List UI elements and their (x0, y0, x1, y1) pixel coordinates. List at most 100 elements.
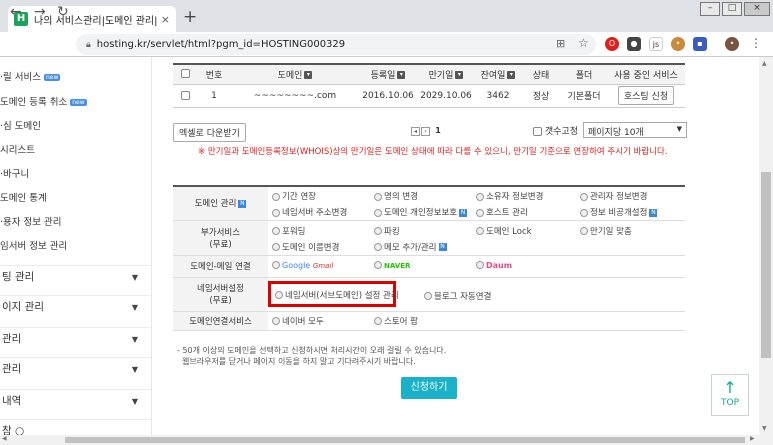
scroll-right-icon[interactable]: ▶ (750, 435, 755, 442)
row-checkbox[interactable] (180, 90, 190, 100)
horizontal-scroll-thumb[interactable] (65, 437, 745, 443)
first-page-icon[interactable]: ◂ (411, 127, 420, 136)
radio-icon[interactable] (272, 317, 280, 325)
radio-icon[interactable] (476, 261, 484, 269)
sort-icon[interactable]: ▾ (455, 71, 464, 80)
option-memo-manage[interactable]: 메모 추가/관리 N (374, 241, 447, 253)
sort-icon[interactable]: ▾ (507, 71, 516, 80)
radio-icon[interactable] (374, 317, 382, 325)
window-close-icon[interactable]: × (744, 2, 770, 16)
col-header[interactable]: 잔여일 ▾ (475, 63, 521, 85)
radio-icon[interactable] (374, 227, 382, 235)
prev-page-icon[interactable]: ‹ (421, 127, 430, 136)
hosting-apply-button[interactable]: 호스팅 신청 (617, 86, 675, 105)
radio-icon[interactable] (374, 243, 382, 251)
option-period-extension[interactable]: 기간 연장 (272, 190, 316, 202)
col-header[interactable]: 만기일 ▾ (417, 63, 475, 85)
apply-button[interactable]: 신청하기 (401, 377, 457, 399)
sidebar-section-history[interactable]: 내역 ▼ (0, 389, 151, 412)
row-domain[interactable]: ~~~~~~~~.com (231, 84, 359, 108)
col-header[interactable]: 등록일 ▾ (359, 63, 417, 85)
radio-icon[interactable] (374, 208, 382, 217)
radio-icon[interactable] (272, 261, 280, 269)
option-admin-info-change[interactable]: 관리자 정보변경 (580, 190, 647, 202)
excel-download-button[interactable]: 엑셀로 다운받기 (173, 123, 246, 142)
option-naver[interactable]: NAVER (374, 261, 410, 271)
address-bar[interactable]: 🔒︎ hosting.kr/servlet/html?pgm_id=HOSTIN… (76, 34, 596, 55)
radio-icon[interactable] (272, 227, 280, 235)
sidebar-section-hosting[interactable]: 팅 관리 ▼ (0, 265, 151, 288)
option-domain-lock[interactable]: 도메인 Lock (476, 225, 532, 237)
col-header[interactable]: 도메인 ▾ (231, 63, 359, 85)
maximize-icon[interactable]: □ (722, 2, 742, 16)
js-extension-icon[interactable]: js (649, 37, 663, 51)
vertical-scroll-thumb[interactable] (761, 172, 771, 358)
radio-icon[interactable] (580, 208, 588, 217)
select-all-checkbox[interactable] (180, 69, 190, 79)
sidebar-item-domain-cancel[interactable]: 도메인 등록 취소 new (0, 94, 151, 108)
sidebar-item-mail-service[interactable]: ·릴 서비스 new (0, 69, 151, 83)
tab-close-icon[interactable]: × (161, 13, 170, 26)
sidebar-item-wishlist[interactable]: 시리스트 (0, 142, 151, 156)
option-daum[interactable]: Daum (476, 261, 512, 271)
reload-icon[interactable]: ↻ (57, 4, 69, 20)
vertical-scrollbar[interactable]: ▲ ▼ (759, 57, 773, 435)
sidebar-item-domain-stats[interactable]: 도메인 통계 (0, 190, 151, 204)
option-owner-change[interactable]: 명의 변경 (374, 190, 418, 202)
sidebar-item-user-info[interactable]: ·용자 정보 관리 (0, 214, 151, 228)
scroll-down-icon[interactable]: ▼ (762, 425, 767, 432)
sidebar-item-cart[interactable]: ·바구니 (0, 166, 151, 180)
radio-icon[interactable] (272, 208, 280, 217)
sidebar-section-partial[interactable]: 참 ○ (0, 419, 151, 435)
radio-icon[interactable] (476, 208, 484, 217)
horizontal-scrollbar[interactable]: ◀ ▶ (0, 435, 773, 445)
translate-icon[interactable]: ⊞ (556, 37, 565, 50)
option-forwarding[interactable]: 포워딩 (272, 225, 305, 237)
radio-icon[interactable] (272, 243, 280, 251)
sidebar-section-homepage[interactable]: 이지 관리 ▼ (0, 295, 151, 318)
option-google-gmail[interactable]: Google Gmail (272, 261, 333, 271)
radio-icon[interactable] (275, 291, 283, 299)
radio-icon[interactable] (374, 192, 382, 201)
option-host-manage[interactable]: 호스트 관리 (476, 206, 528, 218)
radio-icon[interactable] (424, 292, 432, 300)
radio-icon[interactable] (580, 192, 588, 201)
sidebar-section-manage-2[interactable]: 관리 ▼ (0, 357, 151, 380)
radio-icon[interactable] (272, 192, 280, 201)
count-fixed-checkbox[interactable] (533, 127, 542, 136)
sort-icon[interactable]: ▾ (304, 71, 313, 80)
option-store-farm[interactable]: 스토어 팜 (374, 315, 418, 327)
menu-kebab-icon[interactable]: ⋮ (750, 36, 762, 50)
sidebar-item-nameserver-info[interactable]: 임서버 정보 관리 (0, 238, 151, 252)
scroll-up-icon[interactable]: ▲ (762, 60, 767, 67)
option-info-private-setting[interactable]: 정보 비공개설정 N (580, 206, 658, 218)
option-expiry-align[interactable]: 만기일 맞춤 (580, 225, 632, 237)
scroll-top-button[interactable]: ↑ TOP (711, 374, 749, 416)
bookmark-star-icon[interactable]: ☆ (578, 36, 589, 50)
sidebar-section-manage-1[interactable]: 관리 ▼ (0, 327, 151, 350)
option-nameserver-address-change[interactable]: 네임서버 주소변경 (272, 206, 347, 218)
profile-avatar[interactable]: • (725, 37, 739, 51)
option-domain-rename[interactable]: 도메인 이름변경 (272, 241, 339, 253)
back-icon[interactable]: ← (10, 4, 22, 20)
sort-icon[interactable]: ▾ (397, 71, 406, 80)
per-page-select[interactable]: 페이지당 10개 ▼ (583, 122, 687, 138)
option-naver-modu[interactable]: 네이버 모두 (272, 315, 324, 327)
scroll-left-icon[interactable]: ◀ (2, 435, 7, 442)
radio-icon[interactable] (476, 192, 484, 201)
forward-icon[interactable]: → (34, 4, 46, 20)
mask-extension-icon[interactable]: ● (627, 37, 641, 51)
new-tab-button[interactable]: + (183, 7, 197, 27)
count-fixed-toggle[interactable]: 갯수고정 (533, 124, 578, 137)
radio-icon[interactable] (476, 227, 484, 235)
flag-extension-icon[interactable]: ▪ (693, 37, 707, 51)
option-parking[interactable]: 파킹 (374, 225, 400, 237)
option-nameserver-subdomain-manage[interactable]: 네임서버(서브도메인) 설정 관리 (268, 280, 399, 307)
cookie-extension-icon[interactable]: • (671, 37, 685, 51)
minimize-icon[interactable]: – (700, 2, 720, 16)
opera-extension-icon[interactable]: O (605, 37, 619, 51)
radio-icon[interactable] (580, 227, 588, 235)
radio-icon[interactable] (374, 261, 382, 269)
option-domain-privacy[interactable]: 도메인 개인정보보호 N (374, 206, 468, 218)
current-page[interactable]: 1 (435, 126, 441, 135)
